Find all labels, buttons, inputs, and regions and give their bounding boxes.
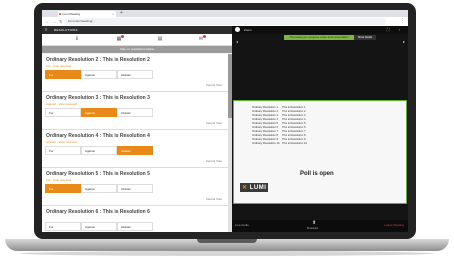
vote-status: For - Vote received: [46, 178, 72, 182]
panel-header: ≡ RESOLUTIONS: [42, 26, 232, 34]
vote-status: For - Vote received: [46, 64, 72, 68]
slide-row: Ordinary Resolution 10 This is Resolution…: [252, 142, 312, 146]
cancel-vote-link[interactable]: Cancel Vote: [206, 159, 222, 163]
vote-for-button[interactable]: For: [45, 184, 81, 193]
vote-abstain-button[interactable]: Abstain: [117, 184, 153, 193]
video-footer: Live Audio ⬆ Broadcast Leave Meeting: [232, 220, 408, 232]
resolution-card: Ordinary Resolution 5 : This is Resoluti…: [42, 168, 228, 206]
zoom-logo-icon: [235, 27, 240, 32]
audio-status[interactable]: Live Audio: [235, 223, 249, 227]
chevron-left-icon[interactable]: ◂: [236, 39, 238, 44]
voting-panel: ≡ RESOLUTIONS ℹ ▦ ▤ ✉ Vote on resolution…: [42, 26, 232, 232]
video-header: Zoom ⛶ ›: [232, 26, 408, 34]
vote-abstain-button[interactable]: Abstain: [117, 222, 153, 231]
slide-row-text: This is Resolution 10: [282, 142, 307, 145]
resolution-list: Ordinary Resolution 2 : This is Resoluti…: [42, 54, 228, 232]
instruction-bar: Vote on resolutions below: [42, 46, 232, 53]
address-bar[interactable]: lumi.com/meeting/...: [64, 18, 386, 25]
vote-abstain-button[interactable]: Abstain: [117, 146, 153, 155]
vote-for-button[interactable]: For: [45, 108, 81, 117]
vote-against-button[interactable]: Against: [81, 146, 117, 155]
resolution-title: Ordinary Resolution 4 : This is Resoluti…: [46, 133, 150, 139]
broadcast-label: Broadcast: [307, 227, 319, 230]
vote-for-button[interactable]: For: [45, 146, 81, 155]
browser-menu-icon[interactable]: ⋮: [400, 17, 405, 25]
menu-icon[interactable]: ≡: [45, 26, 47, 34]
slide-row-label: Ordinary Resolution 10: [252, 142, 280, 145]
lumi-logo-text: LUMI: [249, 185, 267, 191]
vote-against-button[interactable]: Against: [81, 70, 117, 79]
cancel-vote-link[interactable]: Cancel Vote: [206, 197, 222, 201]
lumi-logo: ✕ LUMI: [240, 183, 269, 192]
new-tab-button[interactable]: +: [120, 10, 123, 17]
browser-tab-strip: Lumi Meeting × +: [42, 10, 408, 17]
vote-for-button[interactable]: For: [45, 222, 81, 231]
vote-status: Abstain - Vote received: [46, 140, 77, 144]
broadcast-icon[interactable]: ⬆: [312, 221, 316, 226]
info-icon[interactable]: ℹ: [74, 36, 80, 42]
resolution-card: Ordinary Resolution 4 : This is Resoluti…: [42, 130, 228, 168]
notification-badge: [203, 35, 206, 38]
favicon-icon: [59, 13, 61, 15]
vote-abstain-button[interactable]: Abstain: [117, 108, 153, 117]
presentation-slide: Ordinary Resolution 1 This is Resolution …: [233, 100, 407, 204]
vote-abstain-button[interactable]: Abstain: [117, 70, 153, 79]
cancel-vote-link[interactable]: Cancel Vote: [206, 83, 222, 87]
vote-status: Against - Vote received: [46, 102, 77, 106]
vote-against-button[interactable]: Against: [81, 184, 117, 193]
poll-open-label: Poll is open: [300, 171, 334, 177]
resolution-card: Ordinary Resolution 3 : This is Resoluti…: [42, 92, 228, 130]
laptop-shadow: [20, 251, 434, 256]
status-banner: The meeting is in progress. Listen to th…: [284, 35, 354, 40]
resolution-title: Ordinary Resolution 3 : This is Resoluti…: [46, 95, 150, 101]
panel-nav-icons: ℹ ▦ ▤ ✉: [42, 34, 232, 46]
laptop-notch: [197, 239, 257, 243]
tab-title: Lumi Meeting: [62, 12, 81, 16]
poll-icon[interactable]: ▦: [116, 35, 124, 42]
resolution-title: Ordinary Resolution 2 : This is Resoluti…: [46, 57, 150, 63]
cancel-vote-link[interactable]: Cancel Vote: [206, 121, 222, 125]
resolution-title: Ordinary Resolution 6 : This is Resoluti…: [46, 209, 150, 215]
slide-resolution-list: Ordinary Resolution 1 This is Resolution …: [252, 106, 312, 146]
vote-for-button[interactable]: For: [45, 70, 81, 79]
video-panel: Zoom ⛶ › The meeting is in progress. Lis…: [232, 26, 408, 232]
resolution-card: Ordinary Resolution 6 : This is Resoluti…: [42, 206, 228, 232]
documents-icon[interactable]: ▤: [157, 36, 163, 42]
vote-against-button[interactable]: Against: [81, 108, 117, 117]
vote-against-button[interactable]: Against: [81, 222, 117, 231]
panel-title: RESOLUTIONS: [54, 28, 78, 32]
chevron-right-icon[interactable]: ▸: [403, 39, 405, 44]
resolution-card: Ordinary Resolution 2 : This is Resoluti…: [42, 54, 228, 92]
leave-meeting-button[interactable]: Leave Meeting: [384, 223, 404, 227]
fullscreen-icon[interactable]: ⛶ ›: [387, 26, 404, 34]
laptop-screen: Lumi Meeting × + ← → ↻ lumi.com/meeting/…: [42, 10, 408, 232]
video-title: Zoom: [244, 28, 252, 32]
lumi-x-icon: ✕: [242, 185, 248, 191]
banner-details-button[interactable]: Show details: [354, 35, 376, 40]
navigation-buttons[interactable]: ← → ↻: [45, 18, 64, 25]
notification-badge: [121, 35, 124, 38]
resolution-title: Ordinary Resolution 5 : This is Resoluti…: [46, 171, 150, 177]
messages-icon[interactable]: ✉: [198, 35, 206, 42]
